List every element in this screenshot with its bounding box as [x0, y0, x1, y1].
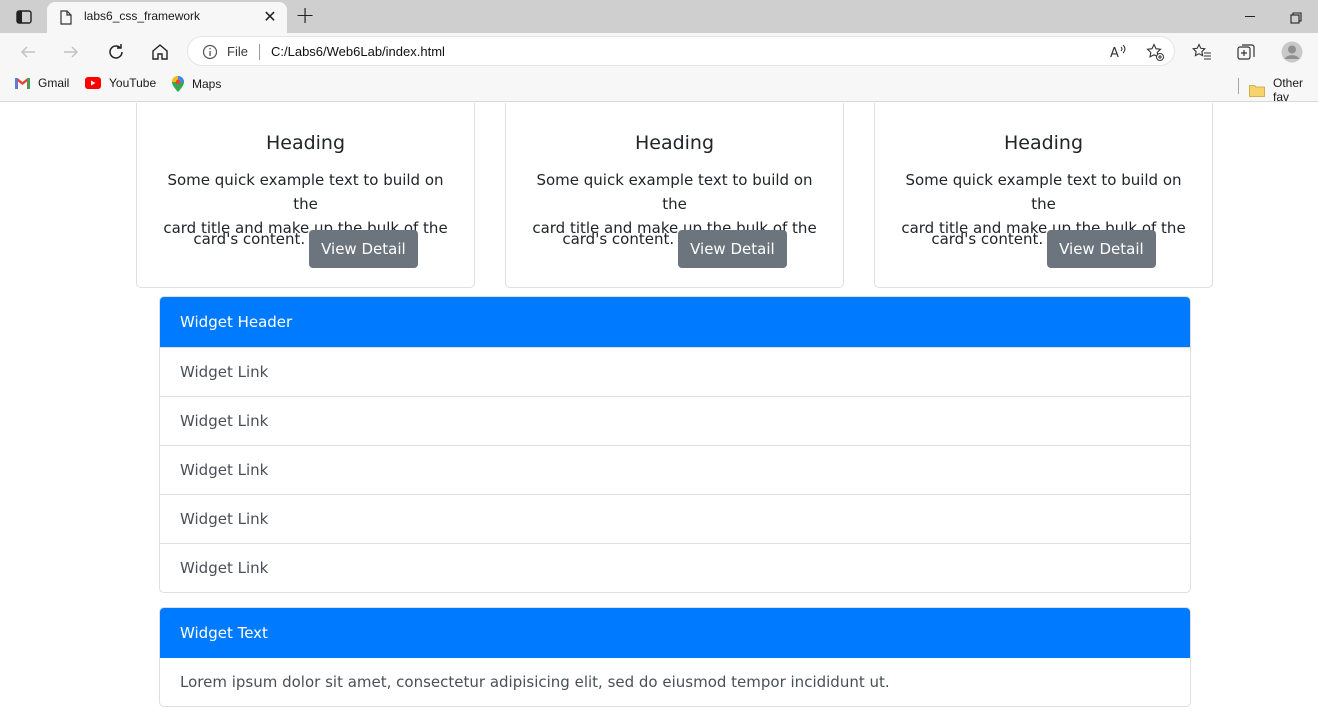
scheme-label: File	[227, 44, 248, 59]
widget-header: Widget Header	[160, 297, 1190, 347]
card-text-line: Some quick example text to build on the	[167, 171, 444, 213]
card-text-line: Some quick example text to build on the	[905, 171, 1182, 213]
close-tab-icon[interactable]: ✕	[261, 8, 279, 26]
tab-actions-icon[interactable]	[10, 6, 38, 28]
youtube-icon	[85, 77, 101, 89]
widget-link[interactable]: Widget Link	[160, 543, 1190, 592]
view-detail-button[interactable]: View Detail	[1047, 230, 1156, 268]
favorites-icon[interactable]	[1190, 40, 1214, 64]
other-favorites[interactable]: Other fav	[1249, 76, 1318, 104]
widget-link[interactable]: Widget Link	[160, 396, 1190, 445]
bookmark-label: Gmail	[38, 76, 70, 90]
card-title: Heading	[634, 132, 715, 154]
tab-strip: labs6_css_framework ✕ +	[0, 0, 1318, 33]
read-aloud-icon[interactable]: A	[1109, 43, 1127, 61]
widget-links-panel: Widget Header Widget Link Widget Link Wi…	[159, 296, 1191, 593]
bookmark-gmail[interactable]: Gmail	[15, 76, 69, 90]
other-favorites-label: Other fav	[1273, 76, 1304, 104]
bookmark-label: YouTube	[109, 76, 157, 90]
bookmark-label: Maps	[192, 77, 222, 91]
refresh-icon[interactable]	[103, 39, 129, 65]
url-text[interactable]: C:/Labs6/Web6Lab/index.html	[271, 44, 445, 59]
card-text-line: card's content.	[562, 230, 675, 248]
card-footer-line: card's content.View Detail	[137, 230, 474, 268]
widget-text-body: Lorem ipsum dolor sit amet, consectetur …	[180, 673, 890, 691]
minimize-icon[interactable]	[1244, 6, 1258, 26]
restore-icon[interactable]	[1290, 9, 1302, 24]
forward-icon[interactable]	[58, 39, 84, 65]
card: Heading Some quick example text to build…	[505, 103, 844, 288]
widget-header: Widget Text	[160, 608, 1190, 658]
browser-toolbar: File C:/Labs6/Web6Lab/index.html A	[0, 33, 1318, 70]
card-text-line: card's content.	[193, 230, 306, 248]
browser-tab[interactable]: labs6_css_framework ✕	[47, 2, 287, 33]
widget-link[interactable]: Widget Link	[160, 347, 1190, 396]
bookmarks-separator	[1238, 78, 1239, 94]
home-icon[interactable]	[147, 39, 173, 65]
add-favorite-icon[interactable]	[1146, 43, 1164, 61]
svg-text:A: A	[1110, 46, 1119, 61]
card: Heading Some quick example text to build…	[874, 103, 1213, 288]
new-tab-icon[interactable]: +	[293, 3, 317, 28]
view-detail-button[interactable]: View Detail	[309, 230, 418, 268]
document-icon	[60, 10, 72, 29]
card-title: Heading	[265, 132, 346, 154]
card-title: Heading	[1003, 132, 1084, 154]
card-text-line: Some quick example text to build on the	[536, 171, 813, 213]
bookmark-maps[interactable]: Maps	[172, 76, 221, 92]
card-footer-line: card's content.View Detail	[875, 230, 1212, 268]
tab-title: labs6_css_framework	[84, 9, 201, 23]
maps-icon	[172, 76, 184, 92]
info-icon[interactable]	[202, 44, 218, 64]
widget-link[interactable]: Widget Link	[160, 445, 1190, 494]
collections-icon[interactable]	[1234, 40, 1258, 64]
widget-text-panel: Widget Text Lorem ipsum dolor sit amet, …	[159, 607, 1191, 707]
view-detail-button[interactable]: View Detail	[678, 230, 787, 268]
bookmark-youtube[interactable]: YouTube	[85, 76, 156, 90]
page-viewport: Heading Some quick example text to build…	[0, 103, 1318, 717]
card-footer-line: card's content.View Detail	[506, 230, 843, 268]
back-icon[interactable]	[15, 39, 41, 65]
card: Heading Some quick example text to build…	[136, 103, 475, 288]
folder-icon	[1249, 84, 1265, 97]
profile-avatar-icon[interactable]	[1280, 40, 1304, 64]
widget-link[interactable]: Widget Link	[160, 494, 1190, 543]
bookmarks-bar: Gmail YouTube Maps Other fav	[0, 70, 1318, 104]
card-text-line: card's content.	[931, 230, 1044, 248]
address-bar[interactable]: File C:/Labs6/Web6Lab/index.html A	[187, 36, 1175, 66]
address-separator	[259, 44, 260, 60]
gmail-icon	[15, 77, 30, 89]
